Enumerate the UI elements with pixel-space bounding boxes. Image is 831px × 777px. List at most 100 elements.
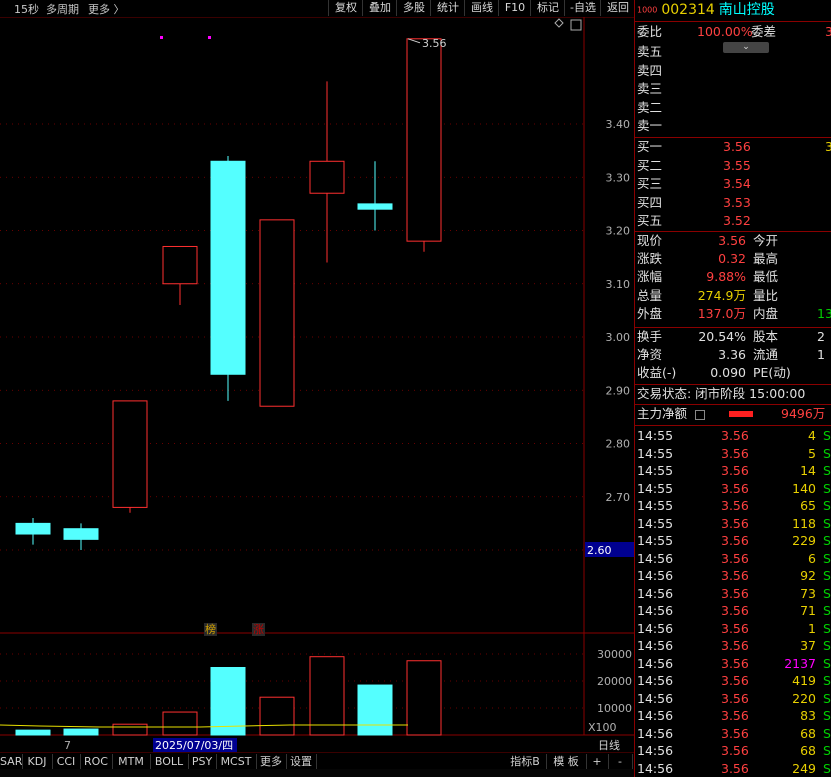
trade-status: 交易状态: 闭市阶段 15:00:00 [637,385,805,403]
tick-volume: 71 [800,603,816,618]
stock-code: 002314 [661,2,715,18]
quote-right-label: 今开 [753,233,779,248]
date-label: 2025/07/03/四 [155,739,233,752]
multi-period-button[interactable]: 多周期 [46,1,79,17]
y-tick-label: 2.90 [606,384,631,397]
tab-psy[interactable]: PSY [188,754,217,769]
f10-button[interactable]: F10 [498,0,531,16]
tick-price: 3.56 [721,428,749,443]
overlay-button[interactable]: 叠加 [362,0,397,16]
tab-indicator-b[interactable]: 指标B [504,754,547,769]
quote-value: 9.88% [706,269,746,284]
list-icon[interactable] [695,410,705,420]
quote-row: 净资 3.36 流通 1 [637,346,831,364]
mark-button[interactable]: 标记 [530,0,565,16]
tab-boll[interactable]: BOLL [150,754,189,769]
y-tick-label: 2.70 [606,491,631,504]
window-icon [570,19,582,31]
tab-sar[interactable]: SAR [0,754,23,769]
tick-price: 3.56 [721,480,749,496]
buy-label: 买二 [637,157,663,173]
tick-price: 3.56 [721,603,749,618]
stock-terminal: 15秒 多周期 更多 〉 复权 叠加 多股 统计 画线 F10 标记 -自选 返… [0,0,831,777]
quote-value: 0.090 [710,365,746,380]
tick-price: 3.56 [721,445,749,461]
tick-flag: S [823,655,831,671]
collapse-chevron-icon[interactable]: ⌄ [723,42,769,53]
volume-ma-line [0,724,408,728]
volume-bar [406,660,442,736]
wei-bi-row: 委比 100.00% 委差 3 [637,23,831,41]
tab-mcst[interactable]: MCST [216,754,257,769]
sell-level-3: 卖三 [637,81,663,96]
buy-level-5: 买五 3.52 [637,212,831,230]
tick-row: 14:56 3.56 73 S [637,585,831,603]
tab-roc[interactable]: ROC [80,754,113,769]
zoom-in-button[interactable]: + [586,754,609,769]
tick-volume: 1 [808,620,816,636]
quote-right-label: PE(动) [753,365,791,380]
buy-price: 3.53 [723,194,751,210]
quote-label: 换手 [637,329,663,344]
statistics-button[interactable]: 统计 [430,0,465,16]
quote-value: 3.36 [718,347,746,362]
buy-level-3: 买三 3.54 [637,175,831,193]
tab-kdj[interactable]: KDJ [22,754,53,769]
quote-extra: 13 [817,306,831,321]
tick-volume: 92 [800,568,816,583]
period-15s[interactable]: 15秒 [14,1,39,17]
multi-stock-button[interactable]: 多股 [396,0,431,16]
tick-time: 14:56 [637,603,674,618]
current-price-label: 2.60 [587,544,612,557]
tick-row: 14:56 3.56 1 S [637,620,831,638]
tick-time: 14:56 [637,638,674,653]
quote-panel: 1000 002314 南山控股 委比 100.00% 委差 3 ⌄ 卖五 卖四卖… [634,0,831,777]
tab-settings[interactable]: 设置 [286,754,317,769]
tab-mtm[interactable]: MTM [112,754,151,769]
tick-price: 3.56 [721,515,749,531]
y-tick-label: 2.80 [606,438,631,451]
tick-time: 14:56 [637,673,674,688]
volume-bar [210,667,246,736]
candle-body [63,528,99,540]
remove-watchlist-button[interactable]: -自选 [564,0,601,16]
quote-right-label: 流通 [753,347,779,362]
tick-flag: S [823,708,831,723]
volume-bar [112,723,148,736]
tick-flag: S [823,725,831,741]
quote-value: 20.54% [698,329,746,344]
buy-volume: 3 [825,139,831,154]
tick-flag: S [823,515,831,531]
quote-right-label: 量比 [753,288,779,303]
tick-flag: S [823,673,831,688]
tab-cci[interactable]: CCI [52,754,81,769]
tick-flag: S [823,533,831,548]
tick-flag: S [823,568,831,583]
tick-row: 14:56 3.56 220 S [637,690,831,708]
tick-flag: S [823,480,831,496]
tick-time: 14:56 [637,690,674,706]
tick-row: 14:55 3.56 5 S [637,445,831,463]
zoom-out-button[interactable]: - [608,754,633,769]
wei-bi-label: 委比 [637,24,663,39]
sell-level-1: 卖一 [637,118,663,133]
draw-line-button[interactable]: 画线 [464,0,499,16]
tick-volume: 118 [792,515,816,531]
tick-flag: S [823,550,831,566]
wei-bi-value: 100.00% [697,24,753,39]
tab-template[interactable]: 模 板 [546,754,587,769]
candle-body [259,219,295,407]
quote-value: 137.0万 [697,306,746,321]
tick-flag: S [823,463,831,478]
tab-more[interactable]: 更多 [256,754,287,769]
tick-price: 3.56 [721,655,749,671]
quote-row: 外盘 137.0万 内盘 13 [637,305,831,323]
more-button[interactable]: 更多 〉 [88,1,125,17]
stock-name: 南山控股 [718,2,775,18]
back-button[interactable]: 返回 [600,0,635,16]
adjust-button[interactable]: 复权 [328,0,363,16]
tick-volume: 229 [792,533,816,548]
kline-chart[interactable]: 3.40 3.30 3.20 3.10 3.00 2.90 2.80 2.70 2.60 3.56… [0,17,634,752]
quote-row: 换手 20.54% 股本 2 [637,328,831,346]
tick-time: 14:55 [637,445,674,461]
